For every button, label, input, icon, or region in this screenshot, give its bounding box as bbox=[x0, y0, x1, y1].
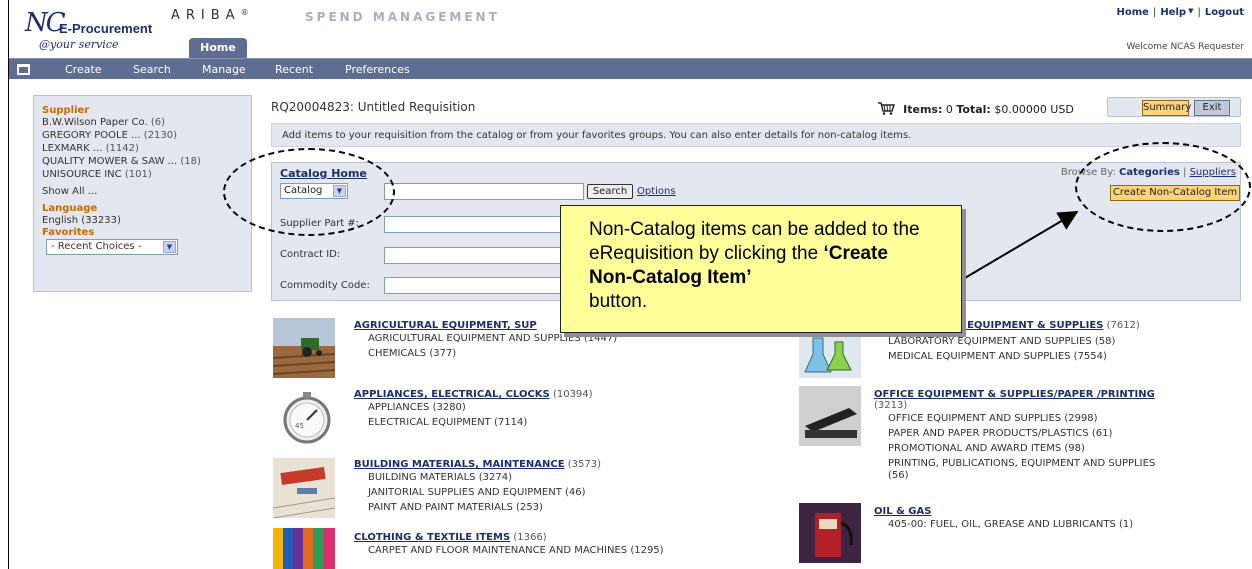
tutorial-callout: Non-Catalog items can be added to the eR… bbox=[560, 205, 962, 333]
app-window: NC E-Procurement @your service ARIBA® SP… bbox=[8, 0, 1252, 569]
